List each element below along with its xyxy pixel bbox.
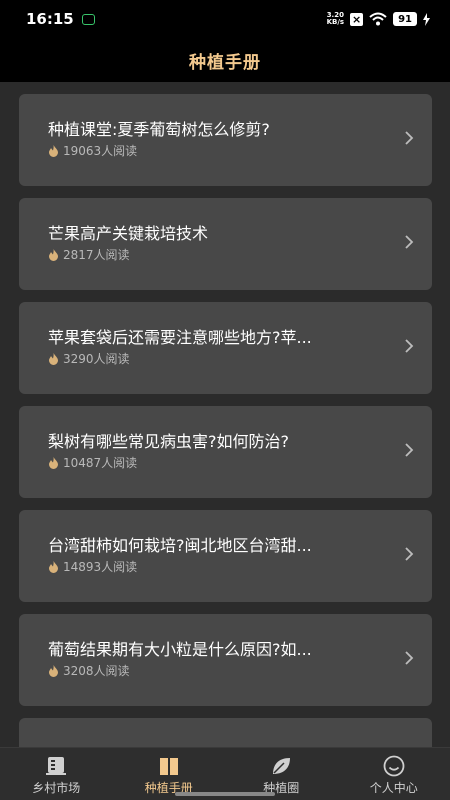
article-read-count: 14893人阅读: [63, 560, 138, 574]
wifi-icon: [369, 12, 387, 26]
no-sim-icon: ×: [350, 12, 364, 26]
notification-icon: [81, 13, 95, 25]
article-meta: 14893人阅读: [48, 558, 382, 575]
article-card[interactable]: 台湾甜柿如何栽培?闽北地区台湾甜... 14893人阅读: [19, 510, 432, 602]
article-read-count: 2817人阅读: [63, 248, 130, 262]
charging-icon: [423, 12, 430, 26]
article-read-count: 10487人阅读: [63, 456, 138, 470]
fire-icon: [49, 560, 58, 573]
chevron-right-icon: [405, 443, 414, 457]
fire-icon: [49, 456, 58, 469]
article-card[interactable]: 苹果套袋后还需要注意哪些地方?苹... 3290人阅读: [19, 302, 432, 394]
tab-label: 个人中心: [369, 781, 418, 795]
article-meta: 3290人阅读: [48, 350, 382, 367]
book-icon: [159, 758, 178, 775]
article-read-count: 19063人阅读: [63, 144, 138, 158]
article-meta: 2817人阅读: [48, 246, 382, 263]
chevron-right-icon: [405, 131, 414, 145]
status-time: 16:15: [26, 10, 74, 28]
market-icon: [46, 757, 67, 775]
network-speed: 3.20 KB/s: [327, 12, 344, 26]
article-read-count: 3208人阅读: [63, 664, 130, 678]
tab-profile[interactable]: 个人中心: [338, 748, 450, 800]
chevron-right-icon: [405, 651, 414, 665]
article-meta: 19063人阅读: [48, 142, 382, 159]
profile-icon: [383, 755, 405, 777]
article-meta: 10487人阅读: [48, 454, 382, 471]
page-title: 种植手册: [189, 52, 261, 73]
battery-level: 91: [393, 12, 417, 26]
article-list[interactable]: 种植课堂:夏季葡萄树怎么修剪? 19063人阅读 芒果高产关键栽培技术 2817…: [0, 82, 450, 747]
home-indicator[interactable]: [175, 792, 275, 796]
chevron-right-icon: [405, 339, 414, 353]
fire-icon: [49, 144, 58, 157]
article-title: 种植课堂:夏季葡萄树怎么修剪?: [48, 120, 270, 139]
article-title: 苹果套袋后还需要注意哪些地方?苹...: [48, 328, 312, 347]
status-bar: 16:15 3.20 KB/s × 91: [0, 0, 450, 38]
status-icons: 3.20 KB/s × 91: [327, 12, 430, 26]
article-title: 台湾甜柿如何栽培?闽北地区台湾甜...: [48, 536, 312, 555]
article-title: 葡萄结果期有大小粒是什么原因?如...: [48, 640, 312, 659]
chevron-right-icon: [405, 547, 414, 561]
article-card[interactable]: 芒果高产关键栽培技术 2817人阅读: [19, 198, 432, 290]
fire-icon: [49, 248, 58, 261]
leaf-icon: [273, 758, 291, 774]
article-card[interactable]: 种植课堂:夏季葡萄树怎么修剪? 19063人阅读: [19, 94, 432, 186]
article-title: 芒果高产关键栽培技术: [48, 224, 209, 243]
article-meta: 3208人阅读: [48, 662, 382, 679]
tab-label: 乡村市场: [32, 781, 81, 795]
network-speed-unit: KB/s: [326, 18, 345, 26]
fire-icon: [49, 352, 58, 365]
page-header: 种植手册: [0, 38, 450, 82]
article-card-partial[interactable]: [19, 718, 432, 747]
article-card[interactable]: 梨树有哪些常见病虫害?如何防治? 10487人阅读: [19, 406, 432, 498]
article-title: 梨树有哪些常见病虫害?如何防治?: [48, 432, 289, 451]
article-read-count: 3290人阅读: [63, 352, 130, 366]
fire-icon: [49, 664, 58, 677]
chevron-right-icon: [405, 235, 414, 249]
article-card[interactable]: 葡萄结果期有大小粒是什么原因?如... 3208人阅读: [19, 614, 432, 706]
tab-market[interactable]: 乡村市场: [0, 748, 113, 800]
